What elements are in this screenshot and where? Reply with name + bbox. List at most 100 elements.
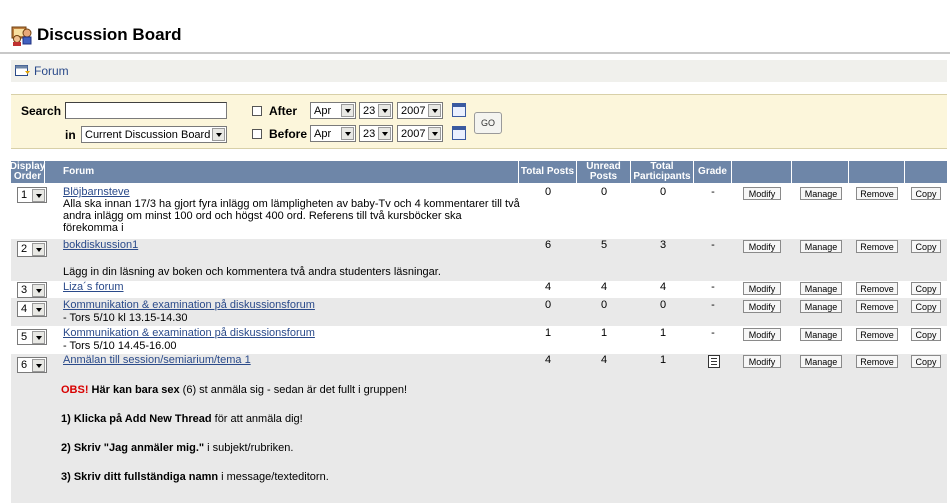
page-title: Discussion Board <box>37 25 182 44</box>
forum-link[interactable]: bokdiskussion1 <box>63 239 138 251</box>
grade-value: - <box>711 186 715 198</box>
unread-posts: 0 <box>600 299 608 311</box>
header-unread-posts[interactable]: Unread Posts <box>577 161 631 183</box>
before-label: Before <box>269 127 308 141</box>
forum-link[interactable]: Anmälan till session/semiarium/tema 1 <box>63 354 251 366</box>
copy-button[interactable]: Copy <box>911 300 941 313</box>
display-order-select[interactable]: 6 <box>17 357 47 373</box>
grade-value: - <box>711 299 715 311</box>
forum-note: 1) Klicka på Add New Thread för att anmä… <box>61 413 303 425</box>
total-participants: 1 <box>659 354 667 366</box>
manage-button[interactable]: Manage <box>800 187 842 200</box>
forum-description: Alla ska innan 17/3 ha gjort fyra inlägg… <box>63 198 523 234</box>
display-order-select[interactable]: 5 <box>17 329 47 345</box>
header-total-participants[interactable]: Total Participants <box>631 161 694 183</box>
copy-button[interactable]: Copy <box>911 187 941 200</box>
manage-button[interactable]: Manage <box>800 300 842 313</box>
gradebook-icon[interactable] <box>708 355 720 368</box>
copy-button[interactable]: Copy <box>911 282 941 295</box>
note-text: (6) st anmäla sig - sedan är det fullt i… <box>179 384 408 396</box>
note-bold: 1) Klicka på Add New Thread <box>61 413 212 425</box>
header-divider <box>0 52 950 54</box>
note-bold: 3) Skriv ditt fullständiga namn <box>61 471 219 483</box>
chevron-down-icon <box>32 303 45 316</box>
forum-link[interactable]: Kommunikation & examination på diskussio… <box>63 327 315 339</box>
remove-button[interactable]: Remove <box>856 282 898 295</box>
after-year-value: 2007 <box>401 104 426 117</box>
forum-link[interactable]: Kommunikation & examination på diskussio… <box>63 299 315 311</box>
manage-button[interactable]: Manage <box>800 240 842 253</box>
forum-description-line: förekomma i <box>63 222 124 234</box>
note-bold: Här kan bara sex <box>88 384 180 396</box>
display-order-value: 6 <box>21 359 28 371</box>
search-scope-select[interactable]: Current Discussion Board <box>81 126 227 143</box>
chevron-down-icon <box>212 128 225 141</box>
forum-description: Lägg in din läsning av boken och komment… <box>63 266 441 278</box>
display-order-select[interactable]: 4 <box>17 301 47 317</box>
page-header: Discussion Board <box>11 22 182 48</box>
search-in-label: in <box>65 128 76 142</box>
after-checkbox[interactable] <box>252 106 262 116</box>
remove-button[interactable]: Remove <box>856 300 898 313</box>
header-remove-col <box>849 161 905 183</box>
before-month-select[interactable]: Apr <box>310 125 356 142</box>
unread-posts: 5 <box>600 239 608 251</box>
header-forum[interactable]: Forum <box>45 161 519 183</box>
modify-button[interactable]: Modify <box>743 300 781 313</box>
modify-button[interactable]: Modify <box>743 240 781 253</box>
forum-link[interactable]: Blöjbarnsteve <box>63 186 130 198</box>
header-grade[interactable]: Grade <box>694 161 732 183</box>
header-unread-line2: Posts <box>589 171 618 182</box>
before-calendar-icon[interactable] <box>452 126 466 140</box>
after-year-select[interactable]: 2007 <box>397 102 443 119</box>
search-input[interactable] <box>65 102 227 119</box>
copy-button[interactable]: Copy <box>911 328 941 341</box>
manage-button[interactable]: Manage <box>800 355 842 368</box>
forum-description-line: andra inlägg om minst 100 ord och högst … <box>63 210 462 222</box>
remove-button[interactable]: Remove <box>856 240 898 253</box>
display-order-select[interactable]: 2 <box>17 241 47 257</box>
after-calendar-icon[interactable] <box>452 103 466 117</box>
manage-button[interactable]: Manage <box>800 282 842 295</box>
remove-button[interactable]: Remove <box>856 328 898 341</box>
note-text: för att anmäla dig! <box>211 413 303 425</box>
copy-button[interactable]: Copy <box>911 355 941 368</box>
after-day-select[interactable]: 23 <box>359 102 393 119</box>
display-order-select[interactable]: 3 <box>17 282 47 298</box>
forum-link[interactable]: Liza´s forum <box>63 281 124 293</box>
note-warning: OBS! <box>61 384 89 396</box>
total-participants: 3 <box>659 239 667 251</box>
header-total-posts[interactable]: Total Posts <box>519 161 577 183</box>
discussion-board-icon <box>11 24 33 46</box>
modify-button[interactable]: Modify <box>743 187 781 200</box>
before-checkbox[interactable] <box>252 129 262 139</box>
header-participants-line2: Participants <box>633 171 691 182</box>
modify-button[interactable]: Modify <box>743 328 781 341</box>
after-month-value: Apr <box>314 104 332 117</box>
chevron-down-icon <box>428 127 441 140</box>
forum-table: Display Order Forum Total Posts Unread P… <box>10 161 947 503</box>
before-day-value: 23 <box>363 127 376 140</box>
table-row: 1 Blöjbarnsteve Alla ska innan 17/3 ha g… <box>11 185 947 239</box>
note-text: i subjekt/rubriken. <box>204 442 294 454</box>
search-scope-value: Current Discussion Board <box>85 128 211 141</box>
before-day-select[interactable]: 23 <box>359 125 393 142</box>
chevron-down-icon <box>32 359 45 372</box>
remove-button[interactable]: Remove <box>856 187 898 200</box>
breadcrumb-forum-link[interactable]: Forum <box>34 64 69 78</box>
modify-button[interactable]: Modify <box>743 355 781 368</box>
remove-button[interactable]: Remove <box>856 355 898 368</box>
total-participants: 0 <box>659 299 667 311</box>
breadcrumb: Forum <box>11 60 947 82</box>
before-year-select[interactable]: 2007 <box>397 125 443 142</box>
header-display-order[interactable]: Display Order <box>10 161 45 183</box>
modify-button[interactable]: Modify <box>743 282 781 295</box>
after-month-select[interactable]: Apr <box>310 102 356 119</box>
display-order-select[interactable]: 1 <box>17 187 47 203</box>
manage-button[interactable]: Manage <box>800 328 842 341</box>
go-button[interactable]: GO <box>474 112 502 134</box>
grade-value: - <box>711 327 715 339</box>
search-panel: Search in Current Discussion Board After… <box>11 94 947 149</box>
forum-note: OBS! Här kan bara sex (6) st anmäla sig … <box>61 384 407 396</box>
copy-button[interactable]: Copy <box>911 240 941 253</box>
